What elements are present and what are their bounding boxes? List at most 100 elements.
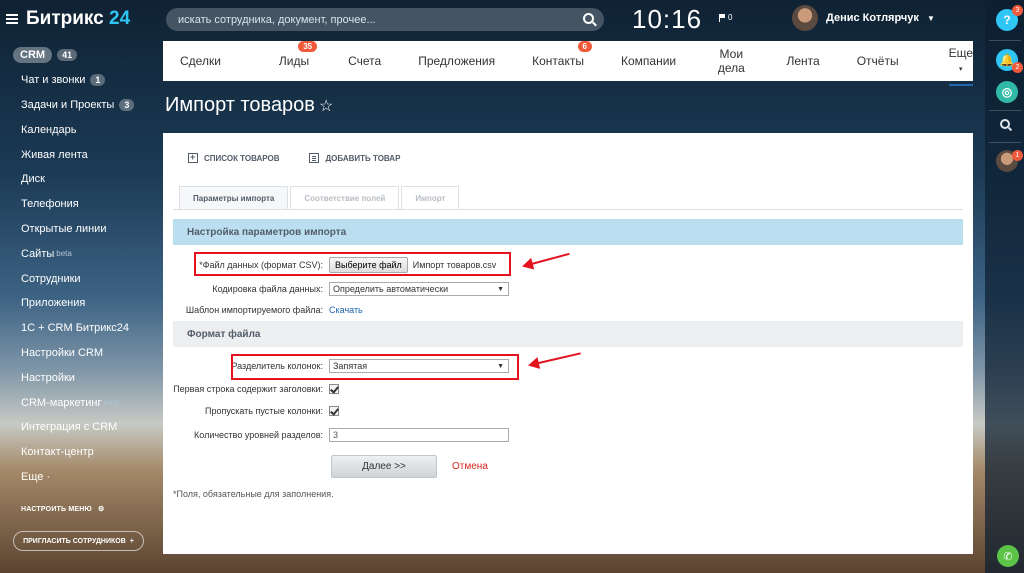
tab-leads[interactable]: Лиды 35 [278, 41, 318, 68]
configure-menu-button[interactable]: НАСТРОИТЬ МЕНЮ ⚙ [21, 505, 105, 514]
sidebar-item-count: 41 [57, 49, 78, 62]
skip-empty-row: Пропускать пустые колонки: [163, 403, 339, 419]
tab-quotes[interactable]: Предложения [418, 54, 495, 68]
tab-label: Предложения [418, 54, 496, 68]
user-badge: 1 [1012, 150, 1023, 161]
sidebar-item-feed[interactable]: Живая лента [0, 142, 162, 167]
import-tabs: Параметры импорта Соответствие полей Имп… [179, 186, 460, 209]
section-header: Формат файла [173, 321, 963, 347]
tab-deals[interactable]: Сделки [180, 54, 221, 68]
section-levels-input[interactable]: 3 [329, 428, 509, 442]
sidebar-item-contact-center[interactable]: Контакт-центр [0, 440, 162, 465]
gear-icon: ⚙ [97, 506, 105, 513]
tab-my-activities[interactable]: Мои дела [713, 47, 749, 75]
chevron-down-icon: ▾ [959, 66, 963, 73]
sidebar-item-label: Диск [21, 173, 45, 186]
chat-icon[interactable]: ◎ [996, 81, 1018, 103]
tab-feed[interactable]: Лента [786, 54, 819, 68]
flag-counter[interactable]: 0 [719, 13, 732, 22]
sidebar-item-employees[interactable]: Сотрудники [0, 266, 162, 291]
tab-field-mapping[interactable]: Соответствие полей [290, 186, 400, 209]
sidebar-item-1c[interactable]: 1С + CRM Битрикс24 [0, 316, 162, 341]
sidebar-item-label: Настройки CRM [21, 346, 104, 359]
user-menu[interactable]: Денис Котлярчук ▼ [792, 5, 935, 31]
divider [989, 40, 1021, 41]
beta-tag: beta [56, 249, 72, 259]
counter-badge: 6 [577, 41, 592, 52]
search-icon[interactable] [1000, 119, 1010, 129]
action-label: СПИСОК ТОВАРОВ [204, 153, 280, 163]
sidebar-item-more[interactable]: Еще · [0, 465, 162, 490]
select-value: Определить автоматически [333, 284, 449, 294]
tab-invoices[interactable]: Счета [348, 54, 381, 68]
section-header: Настройка параметров импорта [173, 219, 963, 245]
template-row: Шаблон импортируемого файла: Скачать [163, 302, 363, 318]
divider [989, 142, 1021, 143]
tab-companies[interactable]: Компании [621, 54, 676, 68]
sidebar-item-calendar[interactable]: Календарь [0, 117, 162, 142]
field-label: Пропускать пустые колонки: [204, 406, 323, 416]
sidebar-item-label: Календарь [21, 123, 77, 136]
divider [989, 110, 1021, 111]
action-label: ДОБАВИТЬ ТОВАР [325, 153, 401, 163]
next-button[interactable]: Далее >> [331, 455, 437, 478]
field-label: Первая строка содержит заголовки: [173, 384, 323, 394]
sidebar-item-crm-settings[interactable]: Настройки CRM [0, 341, 162, 366]
sidebar-item-label: Открытые линии [21, 222, 107, 235]
sidebar-item-label: Приложения [21, 297, 86, 310]
sidebar-item-chat[interactable]: Чат и звонки 1 [0, 68, 162, 93]
encoding-select[interactable]: Определить автоматически ▼ [329, 282, 509, 296]
add-product-button[interactable]: ДОБАВИТЬ ТОВАР [309, 153, 400, 163]
encoding-row: Кодировка файла данных: Определить автом… [163, 281, 509, 297]
sidebar-item-open-lines[interactable]: Открытые линии [0, 217, 162, 242]
divider [173, 209, 963, 210]
cancel-link[interactable]: Отмена [452, 461, 488, 472]
menu-burger-icon[interactable] [6, 14, 18, 24]
help-badge: 3 [1012, 5, 1023, 16]
sidebar-item-label: Контакт-центр [21, 446, 94, 459]
download-template-link[interactable]: Скачать [329, 305, 363, 315]
first-row-header-checkbox[interactable] [329, 384, 339, 394]
skip-empty-checkbox[interactable] [329, 406, 339, 416]
left-sidebar: Битрикс 24 CRM 41 Чат и звонки 1 Задачи и… [0, 0, 162, 573]
search-input[interactable] [166, 8, 604, 31]
search-icon[interactable] [583, 13, 594, 24]
highlight-box-delimiter [231, 354, 519, 380]
tab-label: Лента [786, 54, 820, 68]
tab-label: Лиды [278, 54, 310, 68]
tab-import[interactable]: Импорт [401, 186, 460, 209]
sidebar-item-crm[interactable]: CRM 41 [0, 43, 162, 68]
invite-employees-button[interactable]: ПРИГЛАСИТЬ СОТРУДНИКОВ + [13, 531, 144, 551]
sidebar-item-sites[interactable]: Сайты beta [0, 241, 162, 266]
tab-label: Отчёты [856, 54, 899, 68]
sidebar-item-tasks[interactable]: Задачи и Проекты 3 [0, 93, 162, 118]
sidebar-item-apps[interactable]: Приложения [0, 291, 162, 316]
tab-import-params[interactable]: Параметры импорта [179, 186, 289, 209]
clock[interactable]: 10:16 [632, 4, 702, 35]
star-icon[interactable]: ☆ [319, 98, 333, 115]
sidebar-item-label: CRM [13, 47, 53, 64]
sidebar-item-integration[interactable]: Интеграция с CRM [0, 415, 162, 440]
product-list-button[interactable]: СПИСОК ТОВАРОВ [188, 152, 280, 163]
tab-label: Компании [620, 54, 677, 68]
tab-more[interactable]: Еще ▾ [948, 46, 973, 86]
action-bar: СПИСОК ТОВАРОВ ДОБАВИТЬ ТОВАР [188, 152, 400, 163]
sidebar-item-label: CRM-маркетинг [21, 396, 102, 409]
sidebar-item-crm-marketing[interactable]: CRM-маркетинг beta [0, 390, 162, 415]
sidebar-item-telephony[interactable]: Телефония [0, 192, 162, 217]
tab-contacts[interactable]: Контакты 6 [532, 41, 592, 68]
tab-reports[interactable]: Отчёты [857, 54, 899, 68]
flag-icon [719, 13, 725, 22]
global-search [166, 8, 604, 31]
sidebar-item-settings[interactable]: Настройки [0, 365, 162, 390]
flag-count: 0 [728, 13, 733, 22]
phone-icon[interactable]: ✆ [997, 545, 1019, 567]
dropdown-arrow-icon: ▼ [497, 285, 504, 293]
sidebar-item-disk[interactable]: Диск [0, 167, 162, 192]
required-note: *Поля, обязательные для заполнения. [173, 489, 334, 499]
logo[interactable]: Битрикс 24 [6, 8, 130, 30]
tab-label: Сделки [180, 54, 221, 68]
invite-label: ПРИГЛАСИТЬ СОТРУДНИКОВ [23, 537, 126, 545]
sidebar-item-label: Сайты [21, 247, 55, 260]
user-name: Денис Котлярчук [826, 12, 919, 24]
